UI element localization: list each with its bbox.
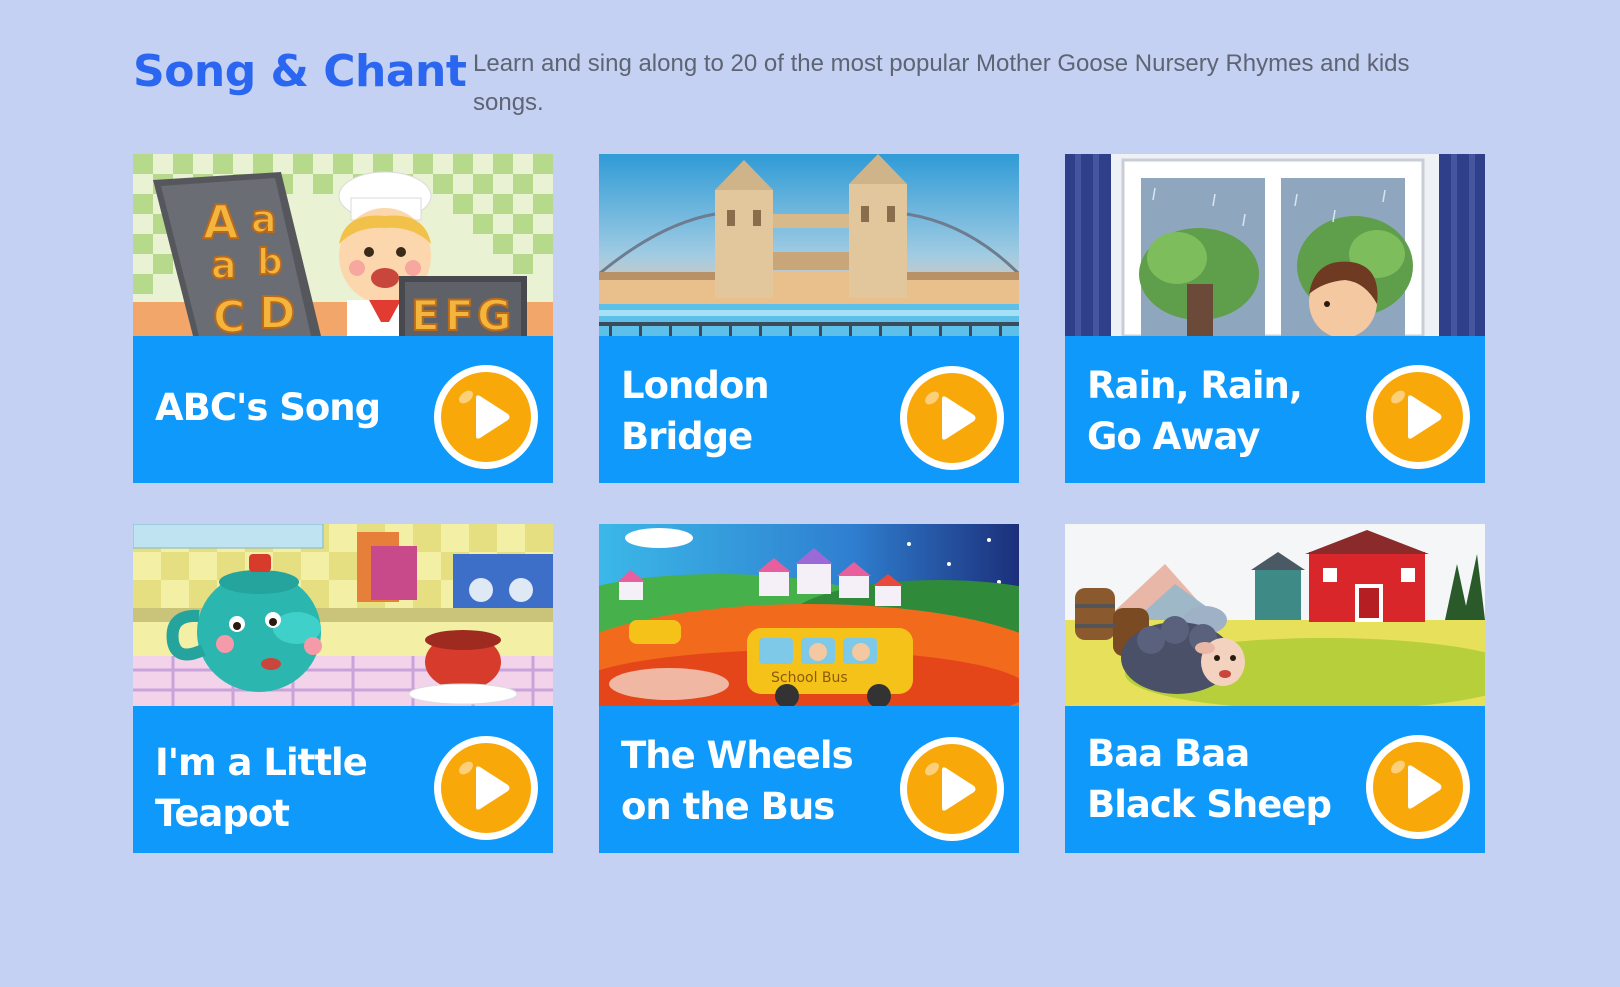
svg-text:D: D [259, 288, 296, 336]
play-icon[interactable] [1364, 733, 1472, 841]
play-icon[interactable] [898, 364, 1006, 472]
svg-text:A: A [203, 195, 239, 249]
play-icon[interactable] [432, 734, 540, 842]
svg-text:a: a [251, 197, 277, 241]
svg-text:School Bus: School Bus [771, 670, 848, 686]
song-title: I'm a Little Teapot [155, 737, 425, 839]
song-title-line2: Black Sheep [1087, 783, 1332, 826]
song-title-line1: The Wheels [621, 734, 854, 777]
song-card-little-teapot[interactable]: I'm a Little Teapot [133, 524, 553, 853]
song-title-line2: Go Away [1087, 415, 1260, 458]
play-icon[interactable] [898, 735, 1006, 843]
section-header: Song & Chant Learn and sing along to 20 … [133, 44, 1473, 124]
song-card-baa-baa[interactable]: Baa Baa Black Sheep [1065, 524, 1485, 853]
teapot-kitchen-illustration [133, 524, 553, 706]
farm-sheep-illustration [1065, 524, 1485, 706]
song-title-line1: Rain, Rain, [1087, 364, 1303, 407]
tower-bridge-illustration [599, 154, 1019, 336]
section-title: Song & Chant [133, 46, 467, 97]
song-card-london-bridge[interactable]: London Bridge [599, 154, 1019, 483]
song-title-line2: Bridge [621, 415, 753, 458]
section-description: Learn and sing along to 20 of the most p… [473, 50, 1410, 116]
song-title: Baa Baa Black Sheep [1087, 728, 1357, 830]
svg-text:F: F [445, 291, 474, 336]
song-title-line1: ABC's Song [155, 386, 381, 429]
svg-text:b: b [257, 242, 283, 283]
song-card-abc[interactable]: A a a b C D EFG ABC's Song [133, 154, 553, 483]
abc-chef-illustration: A a a b C D EFG [133, 154, 553, 336]
svg-text:E: E [411, 291, 440, 336]
school-bus-illustration: School Bus [599, 524, 1019, 706]
song-card-rain-rain[interactable]: Rain, Rain, Go Away [1065, 154, 1485, 483]
song-title-line1: London [621, 364, 770, 407]
rainy-window-illustration [1065, 154, 1485, 336]
play-icon[interactable] [432, 363, 540, 471]
song-title: The Wheels on the Bus [621, 730, 891, 832]
svg-text:G: G [477, 291, 511, 336]
svg-text:a: a [211, 243, 237, 287]
song-title: ABC's Song [155, 382, 425, 433]
song-title-line2: Teapot [155, 792, 290, 835]
song-title: London Bridge [621, 360, 891, 462]
song-title-line2: on the Bus [621, 785, 835, 828]
song-card-wheels-on-bus[interactable]: School Bus The Wheels on the Bus [599, 524, 1019, 853]
play-icon[interactable] [1364, 363, 1472, 471]
song-title: Rain, Rain, Go Away [1087, 360, 1357, 462]
svg-text:C: C [213, 292, 245, 336]
song-title-line1: I'm a Little [155, 741, 368, 784]
song-and-chant-page: Song & Chant Learn and sing along to 20 … [0, 0, 1620, 987]
song-title-line1: Baa Baa [1087, 732, 1250, 775]
